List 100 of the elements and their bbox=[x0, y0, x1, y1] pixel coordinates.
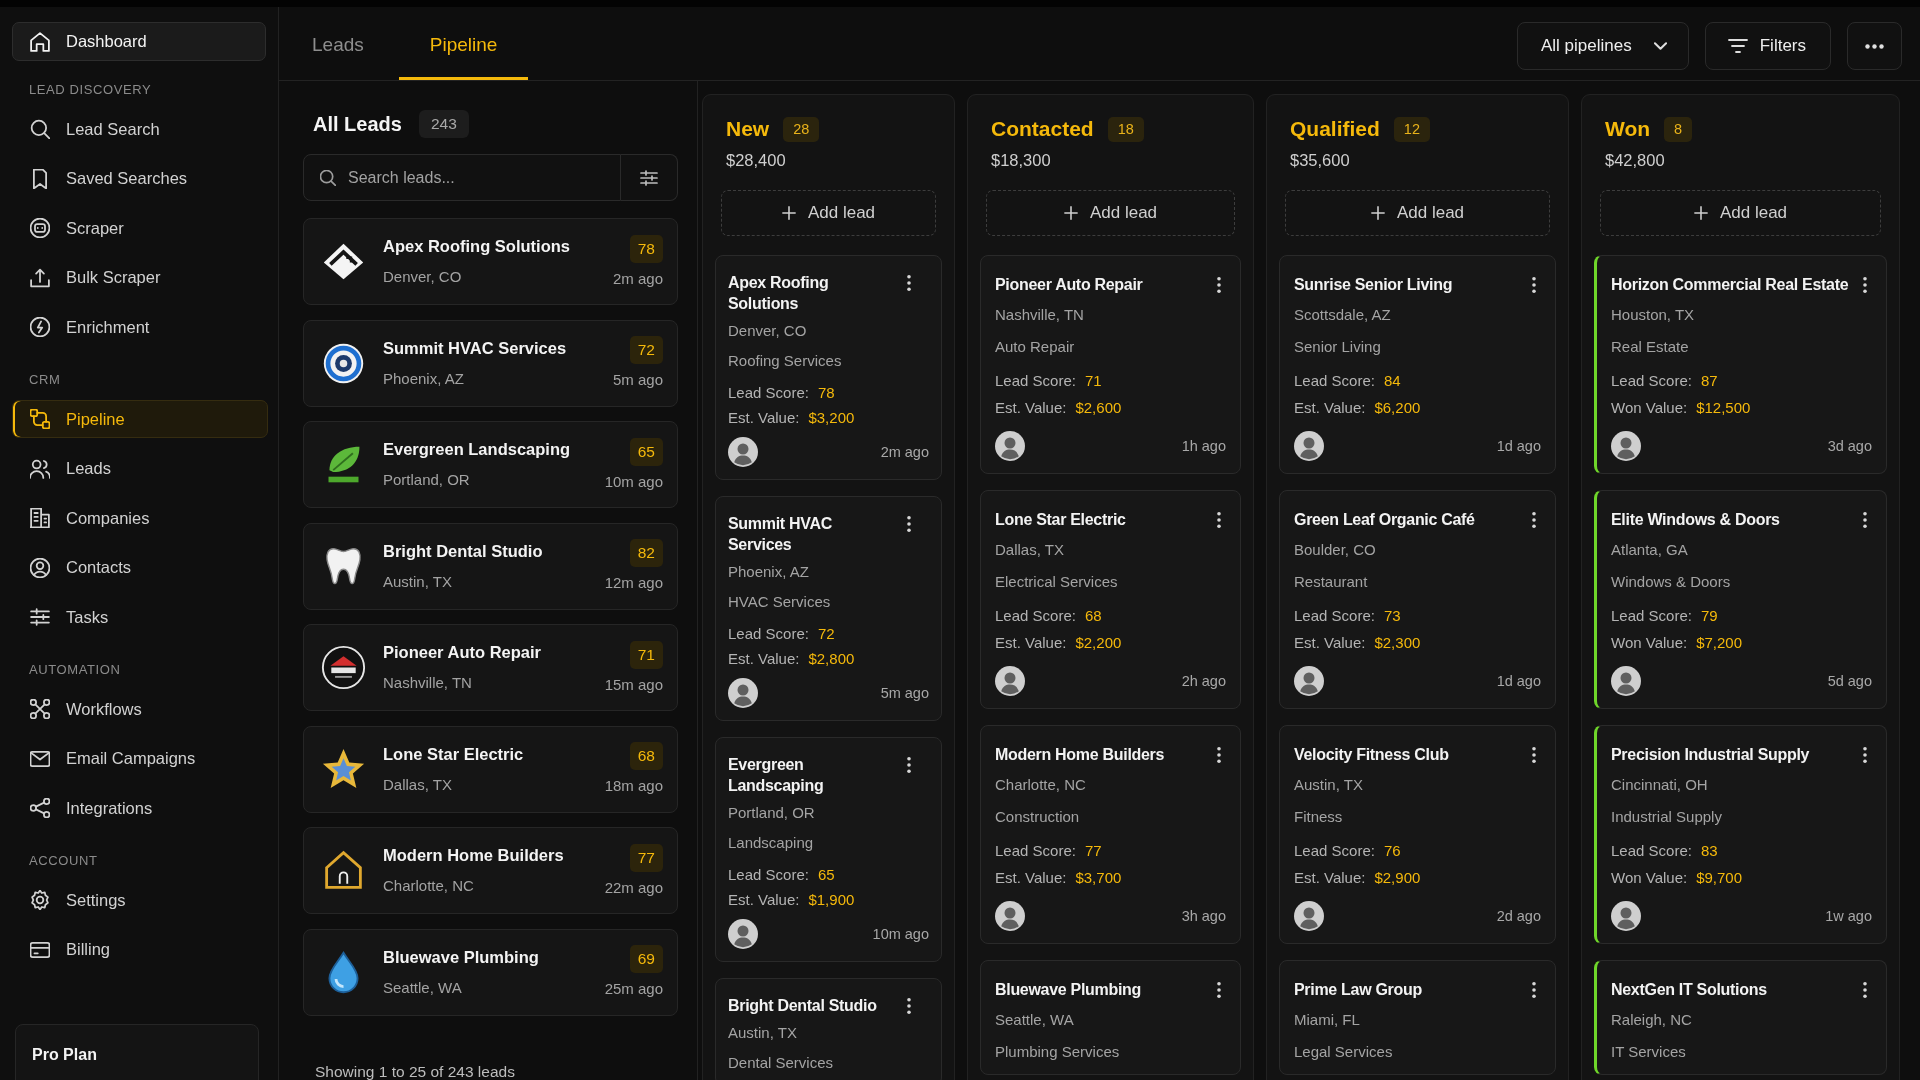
section-label: CRM bbox=[28, 372, 62, 388]
more-vertical-icon[interactable] bbox=[1862, 511, 1868, 529]
deal-category: Electrical Services bbox=[995, 572, 1119, 592]
more-vertical-icon[interactable] bbox=[1216, 981, 1222, 999]
add-lead-button[interactable]: Add lead bbox=[1285, 190, 1550, 236]
nav-item[interactable]: Leads bbox=[12, 449, 268, 488]
nav-item[interactable]: Tasks bbox=[12, 598, 268, 636]
column-title: Qualified bbox=[1290, 116, 1380, 142]
tab[interactable]: Leads bbox=[281, 7, 395, 80]
nav-item[interactable]: Pipeline bbox=[12, 400, 268, 438]
credit-card-icon bbox=[30, 939, 50, 960]
more-vertical-icon[interactable] bbox=[1216, 276, 1222, 294]
deal-card[interactable]: Modern Home Builders Charlotte, NC Construction Lead Score: 77 Est. Value: $3,700 3h ago bbox=[980, 725, 1241, 944]
more-vertical-icon[interactable] bbox=[906, 274, 912, 292]
nav-item[interactable]: Enrichment bbox=[12, 308, 268, 346]
deal-card[interactable]: NextGen IT Solutions Raleigh, NC IT Services bbox=[1594, 960, 1887, 1075]
lead-card[interactable]: Evergreen Landscaping Portland, OR 65 10m ago bbox=[303, 421, 678, 508]
more-vertical-icon[interactable] bbox=[906, 515, 912, 533]
nav-item[interactable]: Contacts bbox=[12, 548, 268, 587]
more-vertical-icon[interactable] bbox=[1862, 276, 1868, 294]
more-vertical-icon[interactable] bbox=[1216, 511, 1222, 529]
nav-item[interactable]: Integrations bbox=[12, 789, 268, 827]
deal-card[interactable]: Horizon Commercial Real Estate Houston, TX Real Estate Lead Score: 87 Won Value: $12,500 3d ago bbox=[1594, 255, 1887, 474]
deal-name: Velocity Fitness Club bbox=[1294, 745, 1450, 765]
lead-location: Charlotte, NC bbox=[383, 876, 475, 896]
more-vertical-icon[interactable] bbox=[1531, 746, 1537, 764]
deal-category: Fitness bbox=[1294, 807, 1344, 827]
deal-location: Raleigh, NC bbox=[1611, 1010, 1693, 1030]
plus-icon bbox=[1693, 206, 1708, 220]
score-label: Lead Score: bbox=[728, 383, 809, 403]
lead-card[interactable]: Pioneer Auto Repair Nashville, TN 71 15m ago bbox=[303, 624, 678, 711]
deal-card[interactable]: Apex Roofing Solutions Denver, CO Roofing Services Lead Score: 78 Est. Value: $3,200 2m ago bbox=[715, 255, 942, 480]
upload-tray-icon bbox=[30, 267, 50, 288]
deal-card[interactable]: Pioneer Auto Repair Nashville, TN Auto Repair Lead Score: 71 Est. Value: $2,600 1h ago bbox=[980, 255, 1241, 474]
deal-value: $12,500 bbox=[1696, 398, 1751, 418]
deal-card[interactable]: Bright Dental Studio Austin, TX Dental Services bbox=[715, 978, 942, 1080]
value-label: Won Value: bbox=[1611, 868, 1688, 888]
deal-card[interactable]: Lone Star Electric Dallas, TX Electrical Services Lead Score: 68 Est. Value: $2,200 2h ago bbox=[980, 490, 1241, 709]
more-button[interactable] bbox=[1847, 22, 1902, 70]
deal-location: Miami, FL bbox=[1294, 1010, 1361, 1030]
lead-time: 25m ago bbox=[604, 979, 663, 999]
nav-item[interactable]: Billing bbox=[12, 930, 268, 969]
nav-item[interactable]: Email Campaigns bbox=[12, 739, 268, 778]
deal-time: 1w ago bbox=[1825, 908, 1872, 924]
deal-time: 5d ago bbox=[1827, 673, 1872, 689]
nav-item[interactable]: Bulk Scraper bbox=[12, 258, 268, 297]
more-vertical-icon[interactable] bbox=[1862, 746, 1868, 764]
pipeline-select[interactable]: All pipelines bbox=[1517, 22, 1689, 70]
filter-settings-button[interactable] bbox=[621, 154, 678, 201]
mail-icon bbox=[30, 748, 50, 769]
lead-card[interactable]: Lone Star Electric Dallas, TX 68 18m ago bbox=[303, 725, 678, 813]
nav-item[interactable]: Saved Searches bbox=[12, 159, 268, 198]
nav-item[interactable]: Lead Search bbox=[12, 110, 268, 148]
column-title: Contacted bbox=[991, 116, 1094, 142]
deal-card[interactable]: Precision Industrial Supply Cincinnati, OH Industrial Supply Lead Score: 83 Won Value: $9,700 1w ago bbox=[1594, 725, 1887, 944]
tab[interactable]: Pipeline bbox=[398, 7, 529, 80]
lead-location: Austin, TX bbox=[383, 571, 453, 592]
deal-card[interactable]: Prime Law Group Miami, FL Legal Services bbox=[1279, 960, 1556, 1075]
more-vertical-icon[interactable] bbox=[906, 997, 912, 1015]
results-summary: Showing 1 to 25 of 243 leads bbox=[315, 1061, 516, 1080]
home-icon bbox=[30, 31, 50, 52]
nav-item[interactable]: Companies bbox=[12, 499, 268, 537]
more-vertical-icon[interactable] bbox=[906, 756, 912, 774]
more-vertical-icon[interactable] bbox=[1531, 981, 1537, 999]
deal-category: Roofing Services bbox=[728, 351, 843, 371]
add-lead-button[interactable]: Add lead bbox=[1600, 190, 1881, 236]
lead-card[interactable]: Bright Dental Studio Austin, TX 82 12m ago bbox=[303, 522, 678, 610]
deal-time: 2d ago bbox=[1496, 908, 1541, 924]
deal-location: Phoenix, AZ bbox=[728, 562, 810, 582]
more-vertical-icon[interactable] bbox=[1216, 746, 1222, 764]
deal-card[interactable]: Sunrise Senior Living Scottsdale, AZ Senior Living Lead Score: 84 Est. Value: $6,200 1d ago bbox=[1279, 255, 1556, 474]
score-value: 71 bbox=[1084, 371, 1102, 391]
value-label: Est. Value: bbox=[1294, 398, 1366, 418]
lead-location: Portland, OR bbox=[383, 470, 471, 490]
deal-card[interactable]: Green Leaf Organic Café Boulder, CO Restaurant Lead Score: 73 Est. Value: $2,300 1d ago bbox=[1279, 490, 1556, 709]
more-vertical-icon[interactable] bbox=[1862, 981, 1868, 999]
deal-card[interactable]: Velocity Fitness Club Austin, TX Fitness Lead Score: 76 Est. Value: $2,900 2d ago bbox=[1279, 725, 1556, 944]
lead-score: 69 bbox=[629, 945, 663, 973]
lead-card[interactable]: Apex Roofing Solutions Denver, CO 78 2m ago bbox=[303, 218, 678, 305]
nav-item[interactable]: Workflows bbox=[12, 690, 268, 728]
more-vertical-icon[interactable] bbox=[1531, 511, 1537, 529]
add-lead-button[interactable]: Add lead bbox=[721, 190, 936, 236]
add-lead-button[interactable]: Add lead bbox=[986, 190, 1235, 236]
score-label: Lead Score: bbox=[995, 371, 1076, 391]
bookmark-icon bbox=[30, 168, 50, 189]
lead-card[interactable]: Modern Home Builders Charlotte, NC 77 22m ago bbox=[303, 827, 678, 914]
more-vertical-icon[interactable] bbox=[1531, 276, 1537, 294]
deal-card[interactable]: Bluewave Plumbing Seattle, WA Plumbing Services bbox=[980, 960, 1241, 1075]
lead-card[interactable]: Bluewave Plumbing Seattle, WA 69 25m ago bbox=[303, 928, 678, 1016]
nav-item[interactable]: Scraper bbox=[12, 209, 268, 247]
dashboard-link[interactable]: Dashboard bbox=[12, 22, 266, 61]
deal-card[interactable]: Elite Windows & Doors Atlanta, GA Windows & Doors Lead Score: 79 Won Value: $7,200 5d ago bbox=[1594, 490, 1887, 709]
deal-value: $3,200 bbox=[808, 408, 855, 428]
search-field[interactable]: Search leads... bbox=[303, 154, 621, 201]
filters-button[interactable]: Filters bbox=[1704, 22, 1831, 70]
deal-card[interactable]: Summit HVAC Services Phoenix, AZ HVAC Services Lead Score: 72 Est. Value: $2,800 5m ago bbox=[715, 496, 942, 721]
nav-item[interactable]: Settings bbox=[12, 881, 268, 919]
lead-card[interactable]: Summit HVAC Services Phoenix, AZ 72 5m ago bbox=[303, 319, 678, 407]
deal-name: Bright Dental Studio bbox=[728, 996, 878, 1016]
deal-card[interactable]: Evergreen Landscaping Portland, OR Landscaping Lead Score: 65 Est. Value: $1,900 10m ago bbox=[715, 737, 942, 962]
